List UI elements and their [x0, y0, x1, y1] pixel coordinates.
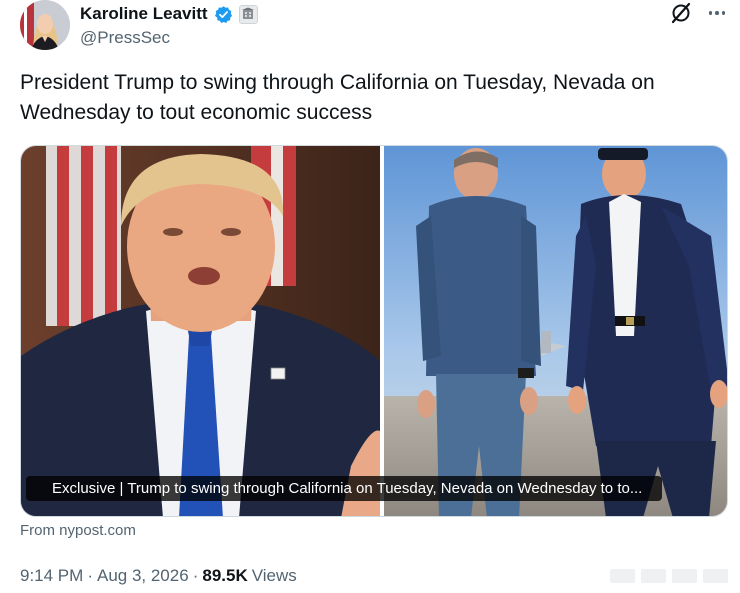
more-options-icon[interactable]: [706, 2, 728, 24]
verified-badge-icon: [214, 5, 233, 24]
faded-action-placeholder: [610, 569, 635, 583]
author-handle[interactable]: @PressSec: [80, 28, 170, 48]
author-name-row: Karoline Leavitt: [80, 3, 258, 25]
government-badge-icon: [238, 4, 258, 24]
tweet-header: Karoline Leavitt @PressSec: [20, 0, 728, 56]
card-source: From nypost.com: [20, 522, 136, 539]
tweet-time[interactable]: 9:14 PM: [20, 566, 83, 586]
avatar[interactable]: [20, 0, 70, 50]
grok-icon[interactable]: [670, 2, 692, 24]
faded-action-placeholder: [703, 569, 728, 583]
card-caption[interactable]: Exclusive | Trump to swing through Calif…: [26, 476, 663, 501]
tweet-text: President Trump to swing through Califor…: [20, 71, 655, 124]
link-card[interactable]: [20, 145, 728, 517]
views-count[interactable]: 89.5K: [202, 566, 247, 586]
tweet-date[interactable]: Aug 3, 2026: [97, 566, 189, 586]
card-image: [21, 146, 727, 516]
faded-action-placeholder: [641, 569, 666, 583]
views-label: Views: [251, 566, 297, 585]
faded-action-row: [610, 566, 728, 584]
meta-separator: ·: [87, 566, 93, 585]
faded-action-placeholder: [672, 569, 697, 583]
card-source-link[interactable]: From nypost.com: [20, 522, 136, 539]
author-name[interactable]: Karoline Leavitt: [80, 4, 208, 24]
meta-separator: ·: [192, 566, 199, 585]
tweet-meta: 9:14 PM · Aug 3, 2026 · 89.5K Views: [20, 566, 297, 586]
